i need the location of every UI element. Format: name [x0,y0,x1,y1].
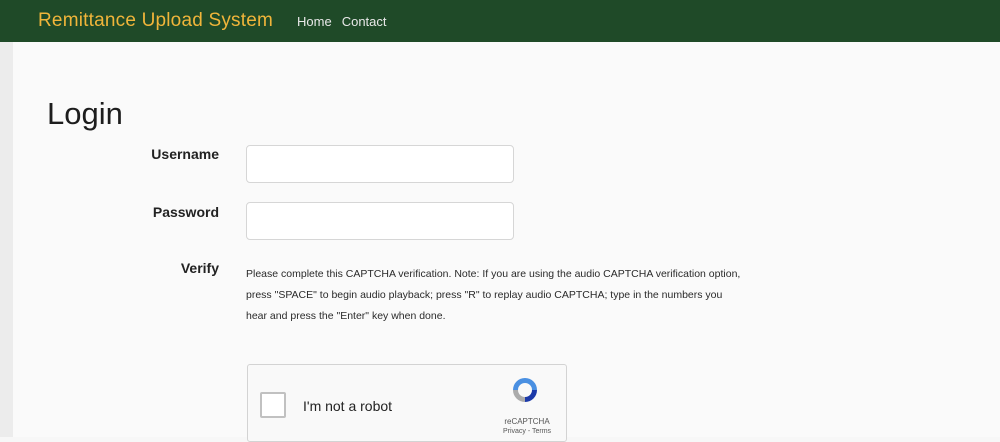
nav-link-contact[interactable]: Contact [342,14,387,29]
password-label: Password [152,204,219,220]
recaptcha-checkbox[interactable] [260,392,286,418]
recaptcha-logo-icon [513,378,537,402]
left-gutter [0,42,13,437]
username-input[interactable] [246,145,514,183]
page-title: Login [47,96,123,131]
recaptcha-links[interactable]: Privacy - Terms [496,428,558,435]
nav-link-home[interactable]: Home [297,14,332,29]
username-label: Username [151,146,219,162]
main-content: Login Username Password Verify Please co… [13,42,1000,442]
recaptcha-widget: I'm not a robot reCAPTCHA Privacy - Term… [247,364,567,442]
form-labels: Username Password Verify [113,42,219,437]
password-input[interactable] [246,202,514,240]
recaptcha-brand: reCAPTCHA [504,417,550,426]
captcha-instructions: Please complete this CAPTCHA verificatio… [246,268,741,322]
verify-label: Verify [180,260,219,276]
brand-link[interactable]: Remittance Upload System [38,10,273,32]
navbar: Remittance Upload System Home Contact [0,0,1000,42]
recaptcha-label: I'm not a robot [303,398,393,414]
